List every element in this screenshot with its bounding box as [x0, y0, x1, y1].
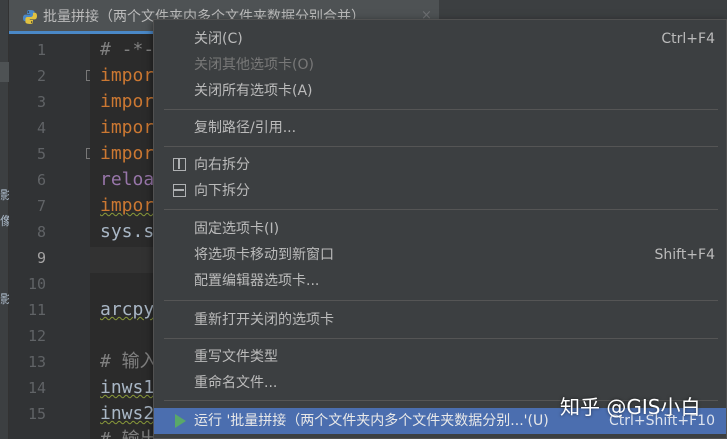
line-number: 12 — [27, 327, 46, 345]
python-file-icon — [23, 10, 37, 24]
code-line: reloa — [100, 169, 155, 190]
menu-item-split-down[interactable]: 向下拆分 — [154, 178, 726, 204]
watermark: 知乎 @GIS小白 — [560, 395, 701, 419]
menu-item-split-right[interactable]: 向右拆分 — [154, 152, 726, 178]
menu-item-move-to-new-window[interactable]: 将选项卡移动到新窗口 Shift+F4 — [154, 242, 726, 268]
menu-item-label: 运行 '批量拼接（两个文件夹内多个文件夹数据分别...'(U) — [194, 413, 549, 429]
line-number: 2 — [36, 67, 46, 85]
line-number: 3 — [36, 93, 46, 111]
tool-window-strip[interactable]: 影 像 影 — [0, 0, 9, 439]
line-number: 15 — [27, 405, 46, 423]
code-line: impor — [100, 195, 155, 216]
code-line: sys.s — [100, 221, 155, 242]
menu-item-label: 重新打开关闭的选项卡 — [194, 312, 334, 328]
code-line: # 输入 — [100, 351, 158, 372]
code-line: impor — [100, 117, 155, 138]
menu-item-label: 复制路径/引用... — [194, 120, 297, 136]
tool-window-label[interactable]: 像 — [0, 214, 9, 228]
menu-item-label: 关闭(C) — [194, 31, 243, 47]
split-horizontal-icon — [173, 184, 186, 197]
code-line: inws2 — [100, 403, 155, 424]
menu-item-shortcut: Ctrl+F4 — [661, 31, 715, 47]
menu-item-override-file-type[interactable]: 重写文件类型 — [154, 344, 726, 370]
menu-separator — [164, 300, 718, 301]
line-number: 7 — [36, 197, 46, 215]
tool-window-label[interactable]: 影 — [0, 292, 9, 306]
menu-item-label: 重命名文件... — [194, 375, 278, 391]
line-number: 1 — [36, 41, 46, 59]
line-number: 13 — [27, 353, 46, 371]
menu-item-configure-tabs[interactable]: 配置编辑器选项卡... — [154, 268, 726, 294]
menu-item-shortcut: Shift+F4 — [654, 247, 715, 263]
menu-item-close[interactable]: 关闭(C) Ctrl+F4 — [154, 26, 726, 52]
line-number: 11 — [27, 301, 46, 319]
menu-item-label: 将选项卡移动到新窗口 — [194, 247, 334, 263]
menu-item-label: 关闭所有选项卡(A) — [194, 83, 313, 99]
menu-item-label: 固定选项卡(I) — [194, 221, 280, 237]
line-number-current: 9 — [36, 249, 46, 267]
line-number: 6 — [36, 171, 46, 189]
menu-item-label: 关闭其他选项卡(O) — [194, 57, 314, 73]
tool-window-strip-highlight — [0, 62, 9, 82]
code-line: inws1 — [100, 377, 155, 398]
line-number: 4 — [36, 119, 46, 137]
split-vertical-icon — [173, 158, 186, 171]
line-number: 8 — [36, 223, 46, 241]
code-line: impor — [100, 91, 155, 112]
tab-context-menu: 关闭(C) Ctrl+F4 关闭其他选项卡(O) 关闭所有选项卡(A) 复制路径… — [153, 19, 727, 439]
code-line: impor — [100, 143, 155, 164]
menu-item-close-others: 关闭其他选项卡(O) — [154, 52, 726, 78]
menu-item-copy-path[interactable]: 复制路径/引用... — [154, 115, 726, 141]
menu-item-label: 向右拆分 — [194, 157, 250, 173]
code-line: arcpy — [100, 299, 155, 320]
tool-window-label[interactable]: 影 — [0, 188, 9, 202]
menu-separator — [164, 338, 718, 339]
line-number-gutter[interactable]: 1 2 3 4 5 6 7 8 9 10 11 12 13 14 15 — [9, 34, 90, 439]
menu-item-pin-tab[interactable]: 固定选项卡(I) — [154, 216, 726, 242]
menu-item-label: 配置编辑器选项卡... — [194, 273, 320, 289]
code-line: impor — [100, 65, 155, 86]
code-line: # 输出 — [100, 427, 158, 439]
line-number: 14 — [27, 379, 46, 397]
menu-item-label: 重写文件类型 — [194, 349, 278, 365]
code-line: # -*- — [100, 39, 155, 60]
menu-separator — [164, 109, 718, 110]
menu-item-rename-file[interactable]: 重命名文件... — [154, 370, 726, 396]
menu-separator — [164, 209, 718, 210]
line-number: 10 — [27, 275, 46, 293]
line-number: 5 — [36, 145, 46, 163]
menu-item-close-all[interactable]: 关闭所有选项卡(A) — [154, 78, 726, 104]
run-icon — [175, 414, 186, 428]
menu-separator — [164, 146, 718, 147]
menu-item-label: 向下拆分 — [194, 183, 250, 199]
menu-item-reopen-closed-tab[interactable]: 重新打开关闭的选项卡 — [154, 307, 726, 333]
